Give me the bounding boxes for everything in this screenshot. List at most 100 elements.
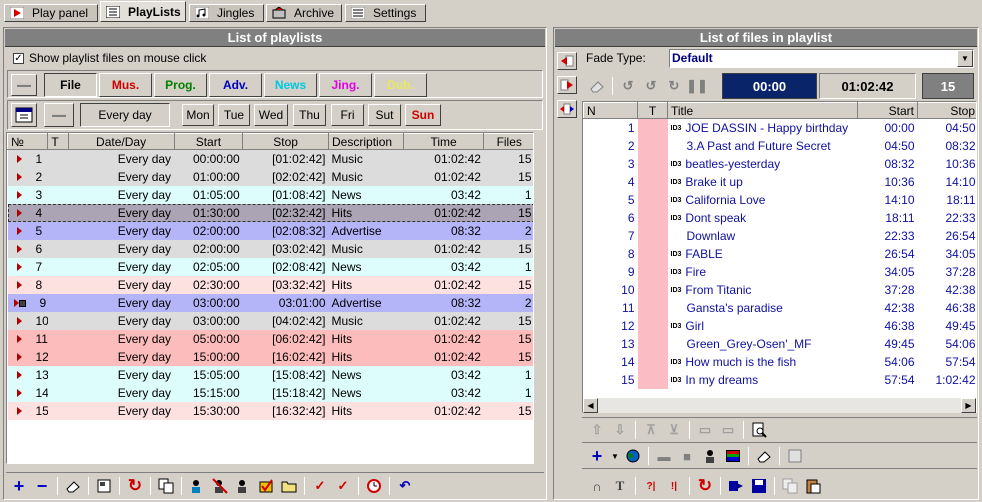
forward-button[interactable]: ↻ bbox=[663, 75, 685, 97]
playlist-row[interactable]: 11 Every day 05:00:00 [06:02:42] Hits 01:02:4… bbox=[7, 329, 533, 348]
reload-button[interactable]: ↻ bbox=[694, 475, 716, 497]
playlist-row[interactable]: 4 Every day 01:30:00 [02:32:42] Hits 01:02:42… bbox=[7, 203, 533, 222]
move-bottom-button[interactable]: ⊻ bbox=[663, 419, 685, 441]
col-files[interactable]: Files bbox=[483, 133, 533, 150]
pause-button[interactable]: ❚❚ bbox=[686, 75, 708, 97]
filter-news-button[interactable]: News bbox=[264, 73, 317, 97]
file-properties-button[interactable] bbox=[784, 445, 806, 467]
id3-read-button[interactable]: ?| bbox=[640, 475, 662, 497]
col-t[interactable]: T bbox=[637, 102, 668, 119]
col-time[interactable]: Time bbox=[402, 133, 485, 150]
day-tue-button[interactable]: Tue bbox=[218, 104, 250, 126]
chevron-down-icon[interactable]: ▼ bbox=[957, 50, 973, 67]
col-stop[interactable]: Stop bbox=[917, 102, 976, 119]
scroll-right-button[interactable]: ▶ bbox=[961, 398, 976, 413]
playlist-row[interactable]: 15 Every day 15:30:00 [16:32:42] Hits 01:02:4… bbox=[7, 401, 533, 420]
eraser-button[interactable] bbox=[62, 475, 84, 497]
file-row[interactable]: 11 Gansta's paradise 42:38 46:38 bbox=[584, 298, 977, 317]
file-row[interactable]: 6 ID3 Dont speak 18:11 22:33 bbox=[584, 208, 977, 227]
file-row[interactable]: 2 3.A Past and Future Secret 04:50 08:32 bbox=[584, 136, 977, 155]
file-row[interactable]: 10 ID3 From Titanic 37:28 42:38 bbox=[584, 280, 977, 299]
playlist-row[interactable]: 14 Every day 15:15:00 [15:18:42] News 03:42 1 bbox=[7, 383, 533, 402]
color-button[interactable] bbox=[722, 445, 744, 467]
add-file-button[interactable]: + bbox=[586, 445, 608, 467]
headphones-button[interactable]: ∩ bbox=[586, 475, 608, 497]
check-button[interactable] bbox=[255, 475, 277, 497]
remove-playlist-button[interactable]: − bbox=[31, 475, 53, 497]
move-both-button[interactable] bbox=[557, 100, 577, 118]
playlist-row[interactable]: 7 Every day 02:05:00 [02:08:42] News 03:42 1 bbox=[7, 257, 533, 276]
horizontal-scrollbar[interactable]: ◀ ▶ bbox=[583, 398, 976, 413]
fade-type-select[interactable]: Default ▼ bbox=[669, 49, 974, 68]
col-date-day[interactable]: Date/Day bbox=[67, 133, 175, 150]
text-button[interactable]: T bbox=[609, 475, 631, 497]
remove-file-button[interactable]: ▬ bbox=[653, 445, 675, 467]
properties-button[interactable] bbox=[93, 475, 115, 497]
day-toggle-button[interactable]: ▬▬ bbox=[44, 103, 74, 127]
add-dropdown-button[interactable]: ▼ bbox=[609, 445, 621, 467]
tab-settings[interactable]: Settings bbox=[345, 4, 426, 22]
user-button[interactable] bbox=[699, 445, 721, 467]
col-n[interactable]: N bbox=[583, 102, 638, 119]
id3-write-button[interactable]: !| bbox=[663, 475, 685, 497]
user-remove-button[interactable] bbox=[209, 475, 231, 497]
file-row[interactable]: 3 ID3 beatles-yesterday 08:32 10:36 bbox=[584, 154, 977, 173]
file-row[interactable]: 4 ID3 Brake it up 10:36 14:10 bbox=[584, 172, 977, 191]
filter-file-button[interactable]: File bbox=[44, 73, 97, 97]
filter-music-button[interactable]: Mus. bbox=[99, 73, 152, 97]
col-start[interactable]: Start bbox=[857, 102, 918, 119]
playlist-row[interactable]: 6 Every day 02:00:00 [03:02:42] Music 01:02:4… bbox=[7, 239, 533, 258]
move-up-button[interactable]: ⇧ bbox=[586, 419, 608, 441]
playlist-row[interactable]: 9 Every day 03:00:00 03:01:00 Advertise 08:32… bbox=[7, 293, 533, 312]
day-thu-button[interactable]: Thu bbox=[293, 104, 326, 126]
day-fri-button[interactable]: Fri bbox=[331, 104, 364, 126]
last-button[interactable]: ▭ bbox=[717, 419, 739, 441]
file-row[interactable]: 1 ID3 JOE DASSIN - Happy birthday 00:00 04:5… bbox=[584, 118, 977, 137]
paste-button[interactable] bbox=[802, 475, 824, 497]
add-playlist-button[interactable]: + bbox=[8, 475, 30, 497]
back-button[interactable]: ↺ bbox=[640, 75, 662, 97]
show-files-checkbox[interactable]: ✓ bbox=[13, 53, 24, 64]
file-row[interactable]: 14 ID3 How much is the fish 54:06 57:54 bbox=[584, 352, 977, 371]
day-mon-button[interactable]: Mon bbox=[182, 104, 214, 126]
file-row[interactable]: 12 ID3 Girl 46:38 49:45 bbox=[584, 316, 977, 335]
open-folder-button[interactable] bbox=[278, 475, 300, 497]
file-row[interactable]: 5 ID3 California Love 14:10 18:11 bbox=[584, 190, 977, 209]
add-web-button[interactable] bbox=[622, 445, 644, 467]
tab-play-panel[interactable]: Play panel bbox=[4, 4, 98, 22]
move-in-button[interactable] bbox=[557, 52, 577, 70]
copy-files-button[interactable] bbox=[779, 475, 801, 497]
col-number[interactable]: № bbox=[7, 133, 49, 150]
file-row[interactable]: 13 Green_Grey-Osen'_MF 49:45 54:06 bbox=[584, 334, 977, 353]
file-row[interactable]: 7 Downlaw 22:33 26:54 bbox=[584, 226, 977, 245]
copy-button[interactable] bbox=[155, 475, 177, 497]
playlist-row[interactable]: 13 Every day 15:05:00 [15:08:42] News 03:42 1 bbox=[7, 365, 533, 384]
clear-button[interactable] bbox=[586, 75, 608, 97]
col-title[interactable]: Title bbox=[667, 102, 858, 119]
col-stop[interactable]: Stop bbox=[242, 133, 330, 150]
refresh-button[interactable]: ↻ bbox=[124, 475, 146, 497]
every-day-button[interactable]: Every day bbox=[80, 103, 170, 127]
export-button[interactable] bbox=[725, 475, 747, 497]
tab-archive[interactable]: Archive bbox=[266, 4, 342, 22]
filter-program-button[interactable]: Prog. bbox=[154, 73, 207, 97]
rewind-button[interactable]: ↺ bbox=[617, 75, 639, 97]
playlist-row[interactable]: 2 Every day 01:00:00 [02:02:42] Music 01:02:4… bbox=[7, 167, 533, 186]
save-button[interactable] bbox=[748, 475, 770, 497]
playlist-row[interactable]: 10 Every day 03:00:00 [04:02:42] Music 01:02:… bbox=[7, 311, 533, 330]
day-wed-button[interactable]: Wed bbox=[254, 104, 288, 126]
calendar-button[interactable] bbox=[11, 103, 37, 127]
mark-button[interactable]: ✓ bbox=[309, 475, 331, 497]
preview-button[interactable] bbox=[748, 419, 770, 441]
undo-button[interactable]: ↶ bbox=[394, 475, 416, 497]
filter-dub-button[interactable]: Dub. bbox=[374, 73, 427, 97]
unmark-button[interactable]: ✓ bbox=[332, 475, 354, 497]
cut-button[interactable]: ■ bbox=[676, 445, 698, 467]
col-description[interactable]: Description bbox=[328, 133, 404, 150]
playlist-row[interactable]: 12 Every day 15:00:00 [16:02:42] Hits 01:02:4… bbox=[7, 347, 533, 366]
playlist-row[interactable]: 1 Every day 00:00:00 [01:02:42] Music 01:02:4… bbox=[7, 149, 533, 168]
erase-button[interactable] bbox=[753, 445, 775, 467]
day-sut-button[interactable]: Sut bbox=[368, 104, 401, 126]
filter-jingle-button[interactable]: Jing. bbox=[319, 73, 372, 97]
tab-jingles[interactable]: Jingles bbox=[189, 4, 264, 22]
